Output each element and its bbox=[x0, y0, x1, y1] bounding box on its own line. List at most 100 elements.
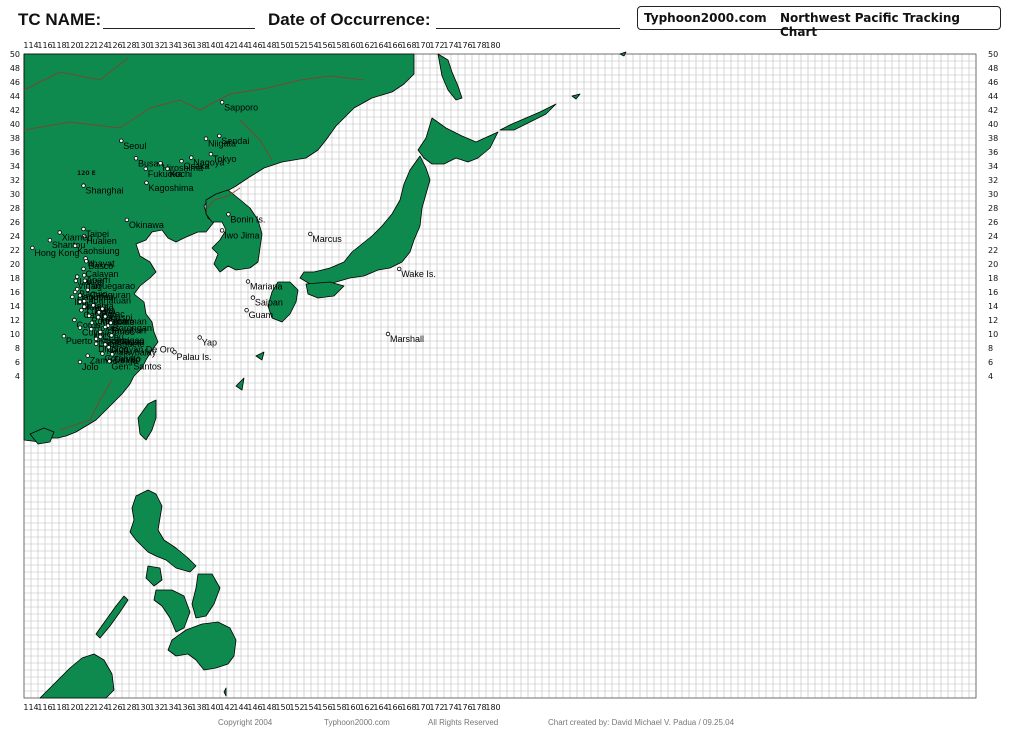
place-label: Wake Is. bbox=[401, 269, 436, 279]
place-label: Marshall bbox=[390, 334, 424, 344]
lon-tick-label-top: 132 bbox=[149, 41, 164, 50]
lon-tick-label-bottom: 160 bbox=[345, 703, 360, 712]
reference-meridian-label: 120 E bbox=[77, 170, 96, 177]
lon-tick-label-top: 170 bbox=[415, 41, 430, 50]
lon-tick-label-bottom: 126 bbox=[107, 703, 122, 712]
place-label: Kagoshima bbox=[149, 183, 194, 193]
place-guam: Guam bbox=[244, 308, 273, 320]
lon-tick-label-top: 154 bbox=[303, 41, 318, 50]
lat-tick-label-left: 4 bbox=[15, 372, 20, 381]
place-mariana: Mariana bbox=[245, 279, 283, 292]
date-of-occurrence-field[interactable] bbox=[436, 28, 620, 29]
place-label: Saipan bbox=[255, 298, 283, 308]
lat-tick-label-right: 40 bbox=[988, 120, 998, 129]
lon-tick-label-bottom: 172 bbox=[429, 703, 444, 712]
place-label: Yap bbox=[202, 338, 217, 348]
place-marcus: Marcus bbox=[308, 231, 342, 244]
chart-title: Northwest Pacific Tracking Chart bbox=[780, 11, 960, 39]
lat-tick-label-right: 18 bbox=[988, 274, 998, 283]
lon-tick-label-top: 146 bbox=[247, 41, 262, 50]
lon-tick-label-top: 138 bbox=[191, 41, 206, 50]
place-label: Okinawa bbox=[129, 220, 164, 230]
footer-site[interactable]: Typhoon2000.com bbox=[324, 718, 390, 727]
lon-tick-label-top: 180 bbox=[485, 41, 500, 50]
place-iwo-jima: Iwo Jima bbox=[219, 228, 260, 240]
place-label: Jolo bbox=[82, 362, 99, 372]
lon-tick-label-bottom: 168 bbox=[401, 703, 416, 712]
lat-tick-label-left: 22 bbox=[10, 246, 20, 255]
lat-tick-label-left: 42 bbox=[10, 106, 20, 115]
place-gen-santos: Gen. Santos bbox=[107, 359, 162, 371]
lat-tick-label-right: 26 bbox=[988, 218, 998, 227]
lon-tick-label-top: 148 bbox=[261, 41, 276, 50]
lon-tick-label-top: 164 bbox=[373, 41, 388, 50]
place-wake-is-: Wake Is. bbox=[397, 266, 436, 279]
lat-tick-label-left: 18 bbox=[10, 274, 20, 283]
lon-tick-label-bottom: 156 bbox=[317, 703, 332, 712]
lon-tick-label-bottom: 116 bbox=[37, 703, 52, 712]
lat-tick-label-right: 42 bbox=[988, 106, 998, 115]
lon-tick-label-bottom: 136 bbox=[177, 703, 192, 712]
date-of-occurrence-label: Date of Occurrence: bbox=[268, 10, 431, 29]
place-label: Kochi bbox=[170, 169, 193, 179]
tracking-map: SapporoSendaiNiigataSeoulTokyoOsakaNagoy… bbox=[10, 41, 998, 712]
lat-tick-label-right: 6 bbox=[988, 358, 993, 367]
place-kochi: Kochi bbox=[165, 166, 193, 179]
lat-tick-label-right: 44 bbox=[988, 92, 998, 101]
place-yap: Yap bbox=[197, 335, 217, 348]
lat-tick-label-left: 6 bbox=[15, 358, 20, 367]
lat-tick-label-left: 44 bbox=[10, 92, 20, 101]
lat-tick-label-right: 32 bbox=[988, 176, 998, 185]
lon-tick-label-bottom: 148 bbox=[261, 703, 276, 712]
lon-tick-label-bottom: 146 bbox=[247, 703, 262, 712]
lon-tick-label-top: 140 bbox=[205, 41, 220, 50]
lat-tick-label-right: 16 bbox=[988, 288, 998, 297]
lat-tick-label-right: 20 bbox=[988, 260, 998, 269]
place-label: Seoul bbox=[123, 141, 146, 151]
lat-tick-label-left: 48 bbox=[10, 64, 20, 73]
place-label: Gen. Santos bbox=[111, 361, 162, 371]
lat-tick-label-right: 38 bbox=[988, 134, 998, 143]
lat-tick-label-right: 36 bbox=[988, 148, 998, 157]
lat-tick-label-right: 30 bbox=[988, 190, 998, 199]
footer-rights: All Rights Reserved bbox=[428, 718, 499, 727]
place-label: Kaohsiung bbox=[77, 246, 120, 256]
place-niigata: Niigata bbox=[203, 136, 236, 149]
place-okinawa: Okinawa bbox=[124, 217, 164, 230]
lat-tick-label-right: 28 bbox=[988, 204, 998, 213]
lon-tick-label-top: 144 bbox=[233, 41, 248, 50]
lon-tick-label-top: 120 bbox=[65, 41, 80, 50]
lat-tick-label-left: 28 bbox=[10, 204, 20, 213]
place-hong-kong: Hong Kong bbox=[30, 245, 79, 258]
lon-tick-label-bottom: 114 bbox=[23, 703, 38, 712]
lon-tick-label-bottom: 154 bbox=[303, 703, 318, 712]
lat-tick-label-left: 24 bbox=[10, 232, 20, 241]
place-kaohsiung: Kaohsiung bbox=[72, 243, 120, 256]
lon-tick-label-top: 156 bbox=[317, 41, 332, 50]
lon-tick-label-bottom: 150 bbox=[275, 703, 290, 712]
lon-tick-label-top: 162 bbox=[359, 41, 374, 50]
lon-tick-label-bottom: 152 bbox=[289, 703, 304, 712]
place-label: Sapporo bbox=[224, 102, 258, 112]
place-label: Palau Is. bbox=[177, 352, 212, 362]
lon-tick-label-top: 176 bbox=[457, 41, 472, 50]
lat-tick-label-left: 50 bbox=[10, 50, 20, 59]
tc-name-label: TC NAME: bbox=[18, 10, 102, 29]
place-saipan: Saipan bbox=[250, 295, 283, 308]
lon-tick-label-bottom: 144 bbox=[233, 703, 248, 712]
tc-name-field[interactable] bbox=[103, 28, 255, 29]
lon-tick-label-top: 160 bbox=[345, 41, 360, 50]
place-jolo: Jolo bbox=[77, 359, 99, 372]
lon-tick-label-top: 150 bbox=[275, 41, 290, 50]
lon-tick-label-top: 152 bbox=[289, 41, 304, 50]
place-marshall: Marshall bbox=[385, 331, 424, 344]
lat-tick-label-right: 8 bbox=[988, 344, 993, 353]
place-label: Iwo Jima bbox=[224, 230, 260, 240]
lon-tick-label-bottom: 170 bbox=[415, 703, 430, 712]
lon-tick-label-bottom: 166 bbox=[387, 703, 402, 712]
site-name: Typhoon2000.com bbox=[644, 11, 767, 25]
lat-tick-label-right: 12 bbox=[988, 316, 998, 325]
lon-tick-label-bottom: 134 bbox=[163, 703, 178, 712]
lon-tick-label-bottom: 162 bbox=[359, 703, 374, 712]
lat-tick-label-left: 32 bbox=[10, 176, 20, 185]
